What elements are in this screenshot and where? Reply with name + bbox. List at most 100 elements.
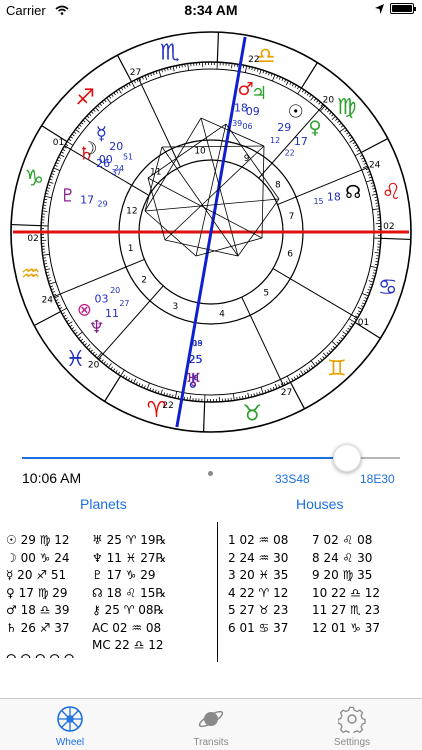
degree-tick [54, 164, 58, 167]
neptune-glyph: ♆ [89, 317, 105, 338]
house-cusp-row: 7 02 ♌ 08 [312, 533, 373, 547]
degree-tick [117, 371, 121, 375]
degree-tick [336, 341, 340, 345]
degree-tick [370, 265, 378, 269]
degree-tick [259, 69, 262, 75]
degree-tick [133, 378, 137, 384]
house-cusp-row: 3 20 ♓ 35 [228, 568, 289, 582]
planet-position-row: ♂ 18 ♎ 39 [6, 603, 70, 617]
degree-tick [106, 97, 112, 104]
sign-boundary [380, 237, 411, 241]
planet-minute: 29 [98, 200, 108, 209]
tab-transits[interactable]: Transits [151, 699, 271, 750]
degree-tick [285, 80, 289, 86]
degree-tick [84, 117, 91, 123]
degree-tick [324, 107, 328, 111]
degree-tick [147, 74, 150, 78]
house-cusp-degree: 20 [323, 96, 335, 106]
tab-wheel-label: Wheel [55, 737, 85, 748]
degree-tick [242, 65, 245, 69]
house-cusp-degree: 27 [130, 68, 141, 78]
planet-degree: 20 [109, 140, 123, 153]
pluto-glyph: ♇ [60, 186, 76, 207]
degree-tick [59, 154, 65, 158]
sign-boundary [300, 62, 318, 89]
aspect-line [200, 117, 239, 257]
house-cusp-degree: 20 [88, 360, 100, 370]
chart-wheel[interactable]: ♈ ♉♊♋♌♍♎♏♐♑♒♓2420270124202701020222221234… [0, 18, 422, 443]
house-cusp-row: 2 24 ♒ 30 [228, 550, 289, 565]
degree-tick [104, 99, 107, 103]
degree-tick [347, 327, 351, 331]
house-cusp-row: 11 27 ♏ 23 [312, 603, 381, 617]
mars-glyph: ♂ [238, 79, 254, 100]
house-cusp-row: 12 01 ♑ 37 [312, 620, 381, 635]
degree-tick [293, 376, 297, 380]
degree-tick [322, 356, 325, 359]
tab-settings[interactable]: Settings [292, 699, 412, 750]
degree-tick [274, 383, 278, 389]
slider-thumb[interactable] [333, 444, 362, 472]
degree-tick [131, 81, 136, 89]
degree-tick [303, 370, 307, 374]
degree-tick [101, 101, 105, 105]
house-number: 2 [141, 276, 147, 286]
degree-tick [66, 141, 74, 146]
time-slider[interactable] [22, 444, 400, 472]
list-divider [217, 522, 218, 662]
house-number: 3 [173, 302, 179, 312]
degree-tick [260, 387, 264, 394]
pisces-icon: ♓ [66, 347, 86, 372]
degree-tick [346, 132, 349, 135]
house-list-left: 1 02 ♒ 08 2 24 ♒ 30 3 20 ♓ 35 4 22 ♈ 12 5 27… [228, 532, 288, 637]
chart-info-row: 10:06 AM 33S48 18E30 [0, 470, 422, 490]
degree-tick [120, 87, 124, 91]
aspect-line [144, 198, 280, 212]
degree-tick [44, 195, 52, 199]
degree-tick [332, 345, 336, 349]
planet-position-row: ☽ 00 ♑ 24 [6, 550, 70, 565]
degree-tick [43, 260, 47, 262]
planet-position-row: ☊ 18 ♌ 15℞ [92, 585, 167, 600]
tab-wheel[interactable]: Wheel [10, 699, 130, 750]
degree-tick [306, 368, 309, 372]
degree-tick [90, 111, 94, 114]
degree-tick [345, 330, 349, 333]
degree-tick [105, 363, 109, 366]
ic-degree: 22 [162, 401, 173, 411]
degree-tick [43, 263, 48, 265]
page-indicator [208, 471, 213, 476]
degree-tick [97, 105, 100, 108]
degree-tick [52, 291, 56, 293]
chart-time[interactable]: 10:06 AM [22, 470, 81, 486]
degree-tick [120, 369, 125, 377]
degree-tick [43, 201, 47, 204]
longitude-value[interactable]: 18E30 [360, 472, 395, 486]
slider-fill [22, 457, 348, 459]
house-cusp-line [272, 268, 358, 319]
degree-tick [272, 386, 275, 390]
planet-degree: 11 [105, 307, 119, 320]
latitude-value[interactable]: 33S48 [275, 472, 310, 486]
degree-tick [272, 74, 276, 82]
degree-tick [338, 122, 342, 126]
degree-tick [294, 84, 297, 88]
venus-glyph: ♀ [308, 118, 321, 139]
degree-tick [150, 73, 152, 77]
moon-glyph: ☽ [81, 139, 97, 160]
degree-tick [232, 393, 235, 401]
degree-tick [316, 99, 319, 103]
degree-tick [95, 107, 100, 112]
degree-tick [368, 280, 374, 283]
house-cusp-degree: 27 [281, 388, 292, 398]
planet-degree: 00 [99, 153, 113, 166]
planet-icon [198, 710, 224, 728]
house-number: 4 [219, 309, 225, 319]
tab-settings-label: Settings [333, 737, 371, 748]
house-cusp-row: 8 24 ♌ 30 [312, 550, 373, 565]
degree-tick [366, 291, 370, 294]
planet-minute: 15 [313, 197, 323, 206]
degree-tick [78, 336, 82, 339]
degree-tick [313, 98, 317, 101]
degree-tick [44, 198, 48, 201]
